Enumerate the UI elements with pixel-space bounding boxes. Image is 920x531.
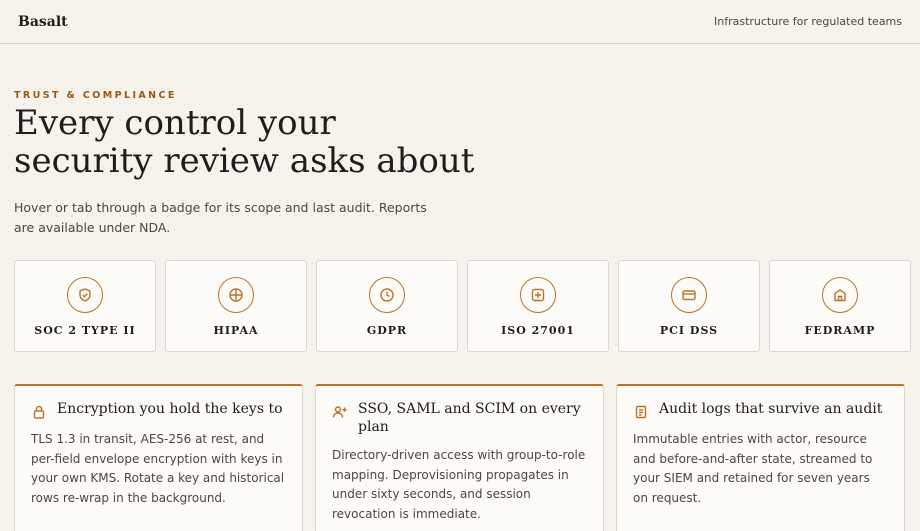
lock-icon xyxy=(33,405,45,419)
building-icon xyxy=(834,289,846,302)
intro-text: Hover or tab through a badge for its sco… xyxy=(14,200,427,235)
card-header: Audit logs that survive an audit xyxy=(633,400,888,420)
badge-label: GDPR xyxy=(366,324,408,337)
card-body: Directory-driven access with group-to-ro… xyxy=(332,448,586,521)
card-body: Immutable entries with actor, resource a… xyxy=(633,432,873,505)
badge-soc2[interactable]: SOC 2 TYPE II xyxy=(14,260,156,352)
card-header: SSO, SAML and SCIM on every plan xyxy=(332,400,587,436)
tagline: Infrastructure for regulated teams xyxy=(713,15,902,28)
card-title: Encryption you hold the keys to xyxy=(57,401,283,417)
badge-icon-ring xyxy=(67,277,103,313)
eyebrow-label: TRUST & COMPLIANCE xyxy=(14,90,177,101)
card-title: SSO, SAML and SCIM on every plan xyxy=(358,401,581,435)
badge-hipaa[interactable]: HIPAA xyxy=(165,260,307,352)
badge-icon-ring xyxy=(671,277,707,313)
card-sso: SSO, SAML and SCIM on every plan Directo… xyxy=(315,384,604,531)
card-encryption: Encryption you hold the keys to TLS 1.3 … xyxy=(14,384,303,531)
cross-circle-icon xyxy=(229,288,243,302)
card-header: Encryption you hold the keys to xyxy=(31,400,286,420)
badge-label: SOC 2 TYPE II xyxy=(34,324,136,337)
top-bar: Basalt Infrastructure for regulated team… xyxy=(0,0,920,44)
badge-icon-ring xyxy=(218,277,254,313)
card-body: TLS 1.3 in transit, AES-256 at rest, and… xyxy=(31,432,285,505)
document-icon xyxy=(635,405,647,419)
badge-label: HIPAA xyxy=(213,324,259,337)
badge-iso27001[interactable]: ISO 27001 xyxy=(467,260,609,352)
badge-label: ISO 27001 xyxy=(501,324,575,337)
page-title: Every control your security review asks … xyxy=(14,104,534,180)
card-audit-logs: Audit logs that survive an audit Immutab… xyxy=(616,384,905,531)
feature-cards: Encryption you hold the keys to TLS 1.3 … xyxy=(14,384,905,531)
badge-icon-ring xyxy=(520,277,556,313)
badge-gdpr[interactable]: GDPR xyxy=(316,260,458,352)
plus-square-icon xyxy=(531,288,545,302)
compliance-badges: SOC 2 TYPE II HIPAA GDPR ISO 27001 PCI D… xyxy=(14,260,911,352)
badge-pcidss[interactable]: PCI DSS xyxy=(618,260,760,352)
badge-fedramp[interactable]: FEDRAMP xyxy=(769,260,911,352)
badge-label: FEDRAMP xyxy=(804,324,876,337)
user-plus-icon xyxy=(332,406,347,418)
shield-check-icon xyxy=(79,288,91,302)
badge-icon-ring xyxy=(822,277,858,313)
credit-card-icon xyxy=(682,290,696,301)
headline-line-1: Every control your xyxy=(14,103,336,143)
headline-line-2: security review asks about xyxy=(14,141,475,181)
brand-logo[interactable]: Basalt xyxy=(18,14,68,30)
badge-label: PCI DSS xyxy=(659,324,719,337)
card-title: Audit logs that survive an audit xyxy=(659,401,883,417)
clock-icon xyxy=(380,288,394,302)
badge-icon-ring xyxy=(369,277,405,313)
